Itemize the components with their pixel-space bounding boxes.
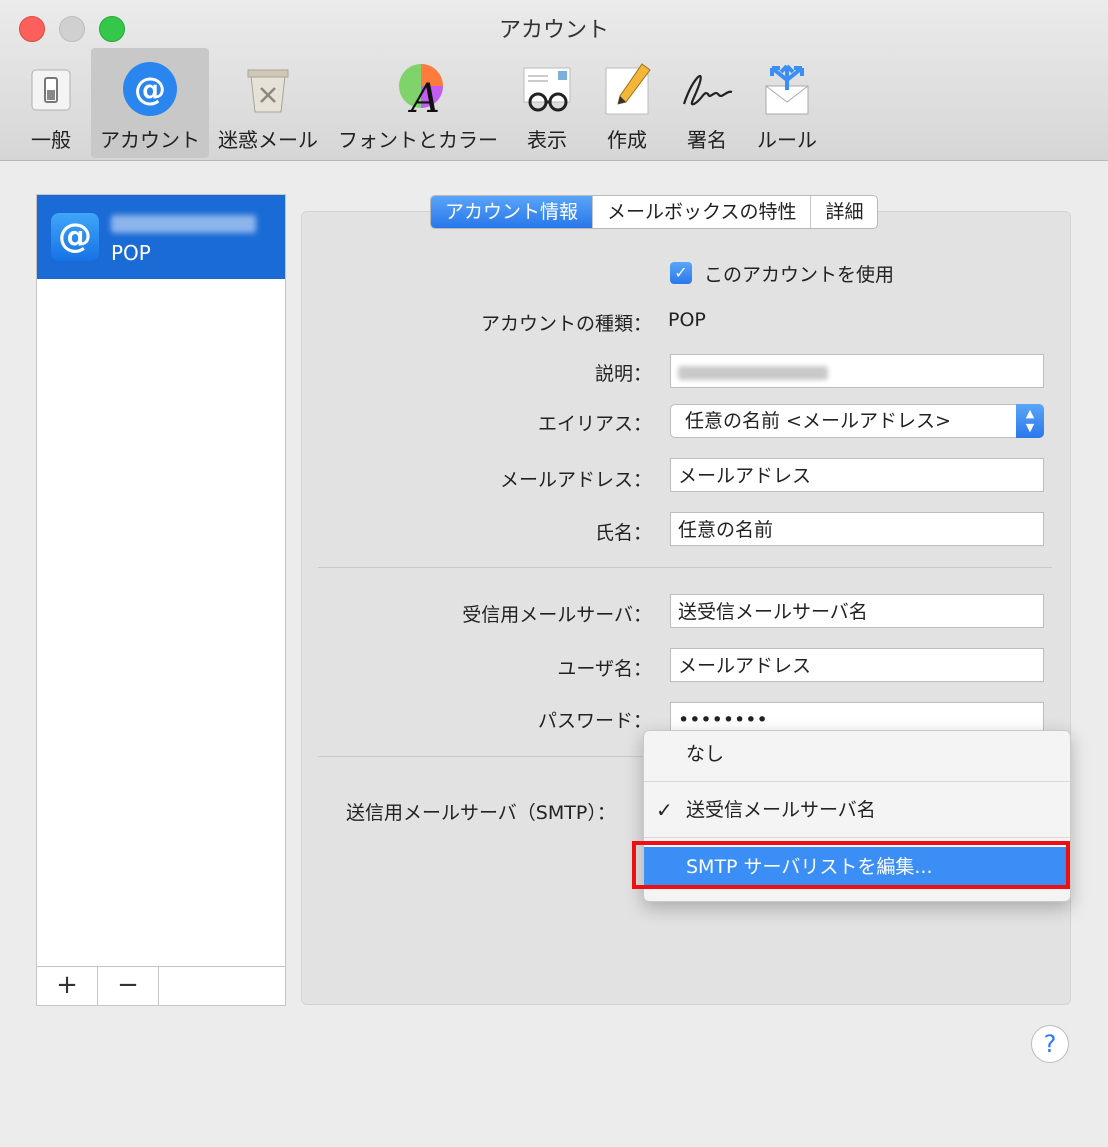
account-type: POP xyxy=(111,241,151,265)
toolbar-fonts-colors[interactable]: A フォントとカラー xyxy=(335,48,501,158)
svg-text:@: @ xyxy=(134,70,166,108)
section-divider xyxy=(318,567,1052,568)
rules-envelope-icon xyxy=(765,64,809,115)
pencil-paper-icon xyxy=(605,63,651,115)
toolbar-signatures-label: 署名 xyxy=(687,128,727,152)
enable-account-checkbox[interactable]: ✓ xyxy=(670,262,692,284)
toolbar-signatures[interactable]: 署名 xyxy=(670,48,744,158)
checkmark-icon: ✓ xyxy=(656,798,673,822)
smtp-server-label: 送信用メールサーバ（SMTP）： xyxy=(346,802,616,824)
toolbar-accounts-label: アカウント xyxy=(100,128,200,152)
incoming-server-label: 受信用メールサーバ： xyxy=(462,604,652,626)
username-field[interactable]: メールアドレス xyxy=(670,648,1044,682)
toolbar-fonts-colors-label: フォントとカラー xyxy=(338,128,498,152)
menu-item-none[interactable]: なし xyxy=(644,734,1070,774)
font-color-icon: A xyxy=(399,64,443,118)
toolbar-composing[interactable]: 作成 xyxy=(590,48,664,158)
mail-preferences-window: アカウント 一般 @ アカウント 迷惑メール A フォントとカラー 表示 作成 … xyxy=(0,0,1108,1147)
toolbar-rules-label: ルール xyxy=(757,128,817,152)
full-name-label: 氏名： xyxy=(594,522,652,544)
remove-account-button[interactable]: − xyxy=(98,967,159,1005)
toolbar-viewing-label: 表示 xyxy=(527,128,567,152)
menu-item-smtp-server-label: 送受信メールサーバ名 xyxy=(686,799,876,821)
menu-separator xyxy=(644,837,1070,838)
toolbar-general-label: 一般 xyxy=(31,128,71,152)
window-title: アカウント xyxy=(498,18,609,43)
at-sign-icon: @ xyxy=(123,62,177,116)
menu-item-smtp-server[interactable]: ✓ 送受信メールサーバ名 xyxy=(644,790,1070,830)
toolbar-accounts[interactable]: @ アカウント xyxy=(91,48,209,158)
add-account-button[interactable]: + xyxy=(37,967,98,1005)
account-name-redacted xyxy=(111,215,256,233)
trash-bin-icon xyxy=(247,69,289,113)
tab-account-info[interactable]: アカウント情報 xyxy=(431,196,594,228)
chevron-updown-icon: ▲ ▼ xyxy=(1016,404,1044,438)
alias-value: 任意の名前 <メールアドレス> xyxy=(685,410,951,432)
email-label: メールアドレス： xyxy=(499,469,652,491)
toolbar-junk-label: 迷惑メール xyxy=(218,128,318,152)
account-list-buttons: + − xyxy=(37,966,285,1005)
email-field[interactable]: メールアドレス xyxy=(670,458,1044,492)
toolbar-rules[interactable]: ルール xyxy=(750,48,824,158)
description-label: 説明： xyxy=(594,363,652,385)
toolbar: アカウント 一般 @ アカウント 迷惑メール A フォントとカラー 表示 作成 … xyxy=(0,0,1108,161)
signature-icon xyxy=(682,75,733,106)
description-field[interactable] xyxy=(670,354,1044,388)
toolbar-viewing[interactable]: 表示 xyxy=(510,48,584,158)
glasses-envelope-icon xyxy=(523,67,571,112)
account-row-selected[interactable]: @ POP xyxy=(37,195,285,279)
at-sign-icon: @ xyxy=(51,213,99,261)
full-name-field[interactable]: 任意の名前 xyxy=(670,512,1044,546)
toolbar-junk[interactable]: 迷惑メール xyxy=(214,48,322,158)
enable-account-label: このアカウントを使用 xyxy=(704,264,895,286)
username-label: ユーザ名： xyxy=(557,658,652,680)
menu-item-none-label: なし xyxy=(686,743,725,765)
description-redacted xyxy=(678,365,828,380)
password-label: パスワード： xyxy=(537,710,652,732)
toolbar-composing-label: 作成 xyxy=(607,128,647,152)
account-type-label: アカウントの種類： xyxy=(480,313,652,335)
incoming-server-field[interactable]: 送受信メールサーバ名 xyxy=(670,594,1044,628)
menu-separator xyxy=(644,781,1070,782)
tab-advanced[interactable]: 詳細 xyxy=(811,196,877,228)
tab-bar: アカウント情報 メールボックスの特性 詳細 xyxy=(430,195,879,229)
toolbar-general[interactable]: 一般 xyxy=(14,48,88,158)
account-list: @ POP + − xyxy=(36,194,286,1006)
alias-label: エイリアス： xyxy=(537,413,652,435)
alias-popup[interactable]: 任意の名前 <メールアドレス> ▲ ▼ xyxy=(670,404,1044,438)
switch-icon xyxy=(31,69,71,111)
help-button[interactable]: ? xyxy=(1031,1025,1069,1063)
account-type-value: POP xyxy=(668,309,706,331)
annotation-highlight-box xyxy=(632,841,1070,889)
tab-mailbox-behaviors[interactable]: メールボックスの特性 xyxy=(593,196,812,228)
svg-text:A: A xyxy=(407,76,440,118)
